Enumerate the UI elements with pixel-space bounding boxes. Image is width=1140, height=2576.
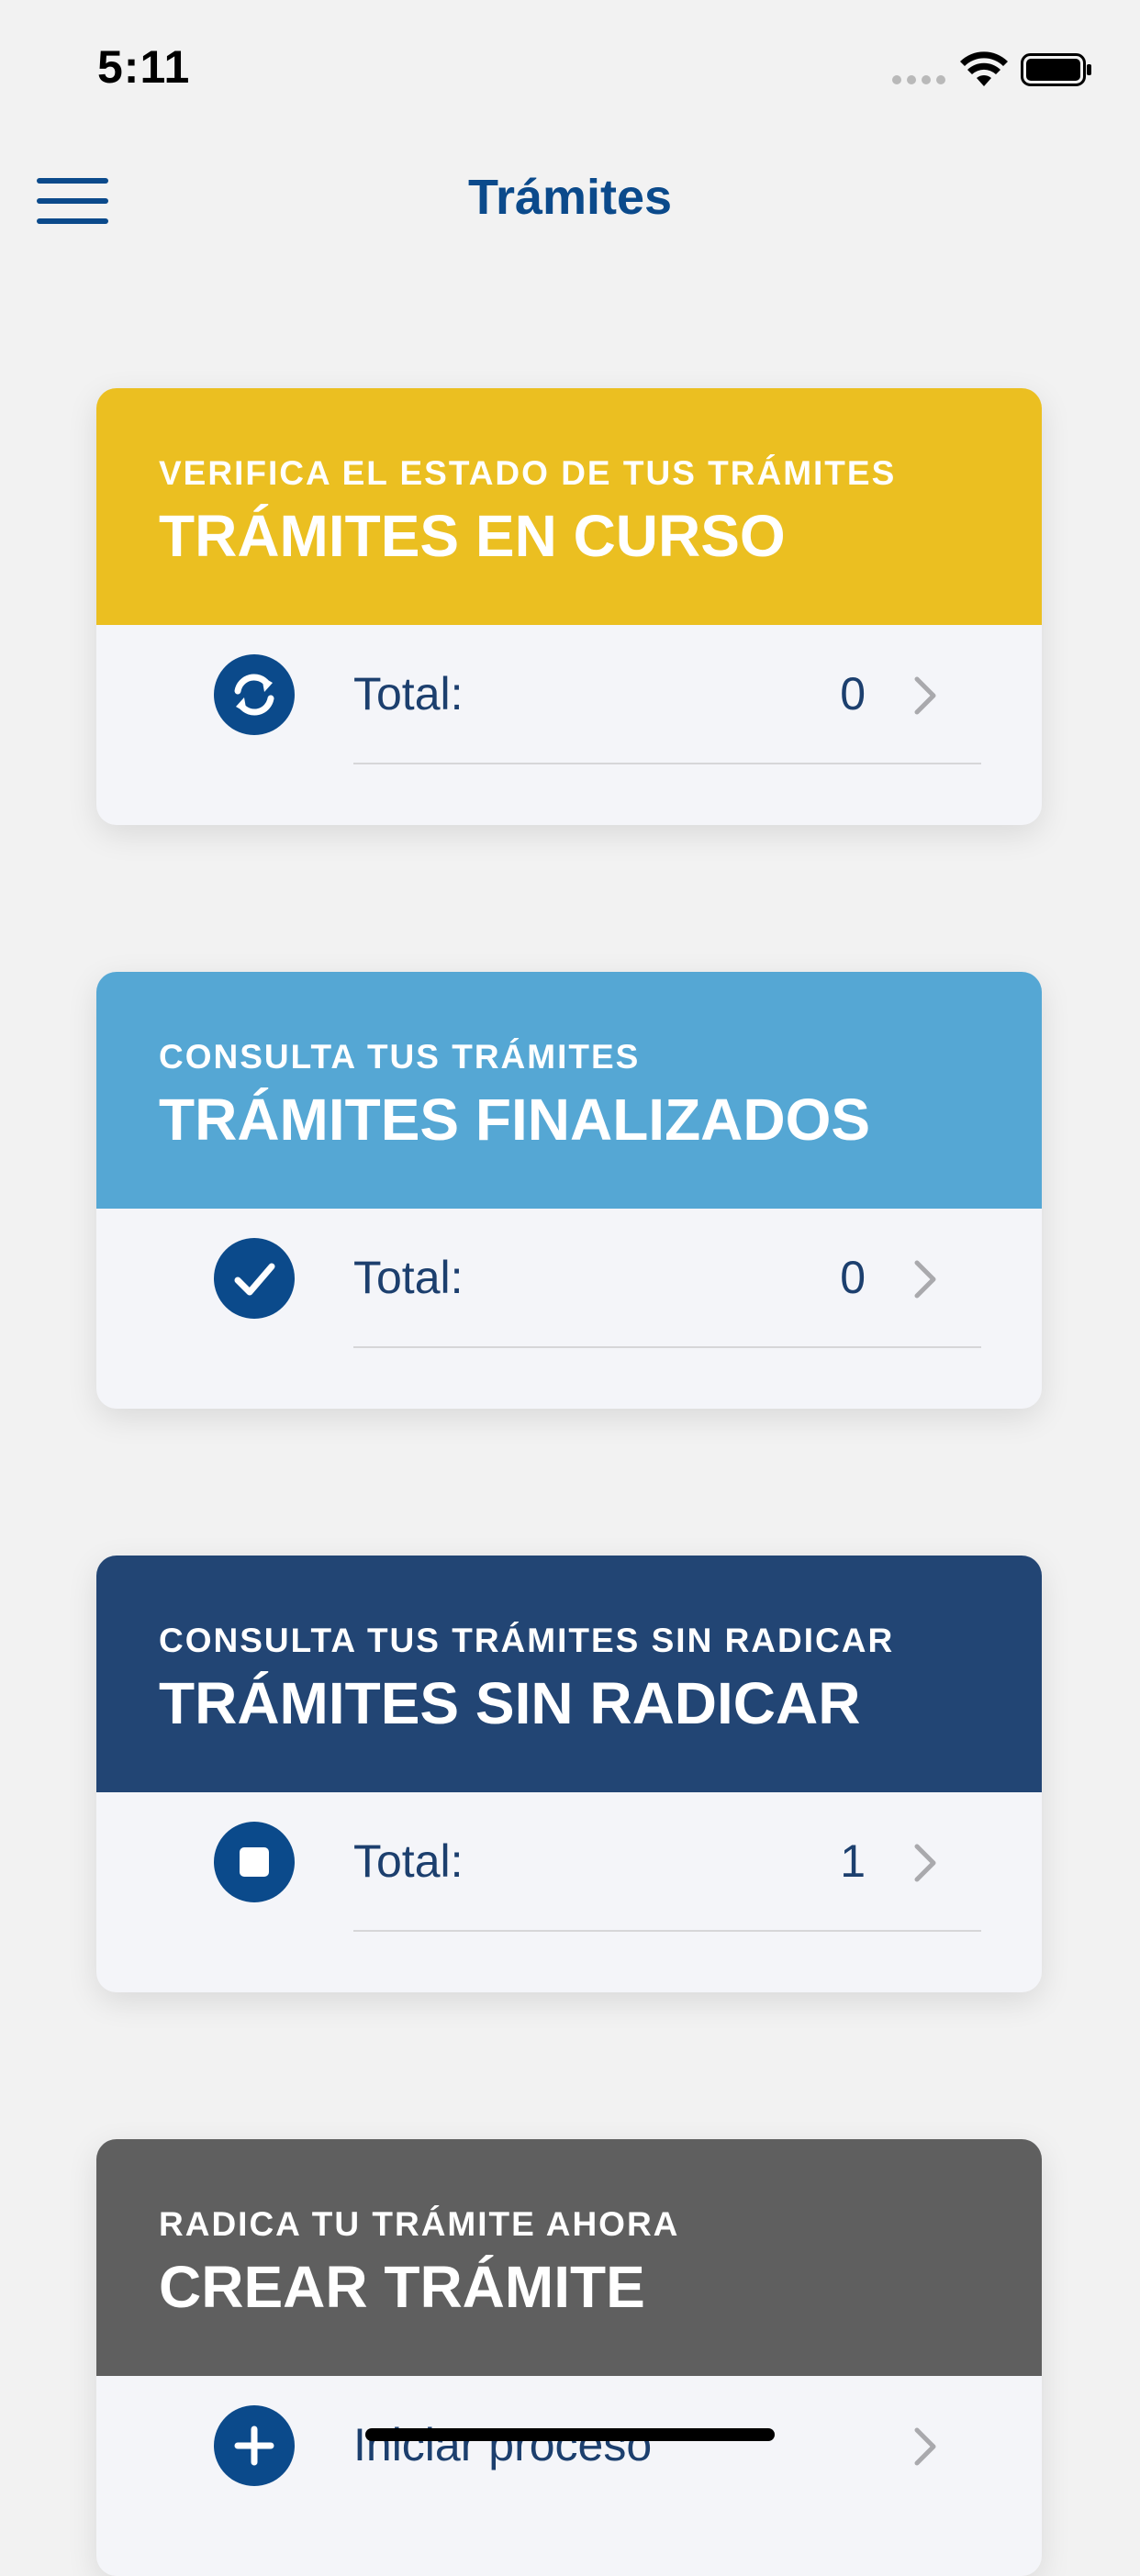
card-title: CREAR TRÁMITE [159,2254,645,2320]
card-title: TRÁMITES EN CURSO [159,503,786,569]
stop-icon [214,1822,295,1902]
card-header: CONSULTA TUS TRÁMITES SIN RADICAR TRÁMIT… [96,1556,1042,1792]
tramites-finalizados-row[interactable]: Total: 0 [96,1209,1042,1409]
check-icon [214,1238,295,1319]
chevron-right-icon [914,1844,936,1882]
card-title: TRÁMITES SIN RADICAR [159,1670,861,1736]
wifi-icon [960,51,1008,86]
row-divider [353,1346,981,1348]
row-label: Total: [353,668,464,719]
row-count: 1 [840,1835,866,1887]
cellular-signal-icon [892,75,945,84]
card-subtitle: CONSULTA TUS TRÁMITES SIN RADICAR [159,1622,895,1659]
card-header: VERIFICA EL ESTADO DE TUS TRÁMITES TRÁMI… [96,388,1042,625]
tramites-en-curso-row[interactable]: Total: 0 [96,625,1042,825]
row-label: Total: [353,1252,464,1303]
card-tramites-en-curso: VERIFICA EL ESTADO DE TUS TRÁMITES TRÁMI… [96,388,1042,825]
card-crear-tramite: RADICA TU TRÁMITE AHORA CREAR TRÁMITE In… [96,2139,1042,2576]
chevron-right-icon [914,1260,936,1299]
home-indicator[interactable] [365,2428,775,2441]
row-label: Iniciar proceso [353,2419,653,2470]
row-divider [353,763,981,764]
card-subtitle: CONSULTA TUS TRÁMITES [159,1038,641,1076]
page-title: Trámites [467,170,673,225]
iniciar-proceso-row[interactable]: Iniciar proceso [96,2376,1042,2576]
row-label: Total: [353,1835,464,1887]
card-header: RADICA TU TRÁMITE AHORA CREAR TRÁMITE [96,2139,1042,2376]
battery-icon [1021,53,1091,86]
chevron-right-icon [914,676,936,715]
sync-icon [214,654,295,735]
plus-icon [214,2405,295,2486]
card-tramites-sin-radicar: CONSULTA TUS TRÁMITES SIN RADICAR TRÁMIT… [96,1556,1042,1992]
card-title: TRÁMITES FINALIZADOS [159,1087,871,1153]
nav-bar: Trámites [0,138,1140,266]
tramites-sin-radicar-row[interactable]: Total: 1 [96,1792,1042,1992]
row-count: 0 [840,668,866,719]
row-count: 0 [840,1252,866,1303]
status-bar: 5:11 [0,0,1140,138]
row-divider [353,1930,981,1932]
chevron-right-icon [914,2427,936,2466]
card-subtitle: RADICA TU TRÁMITE AHORA [159,2205,680,2243]
status-time: 5:11 [97,41,191,93]
card-subtitle: VERIFICA EL ESTADO DE TUS TRÁMITES [159,454,897,492]
card-header: CONSULTA TUS TRÁMITES TRÁMITES FINALIZAD… [96,972,1042,1209]
card-tramites-finalizados: CONSULTA TUS TRÁMITES TRÁMITES FINALIZAD… [96,972,1042,1409]
